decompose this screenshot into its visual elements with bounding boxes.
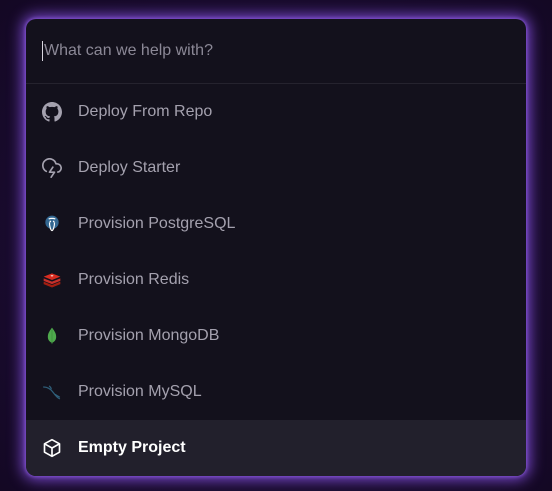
menu-item-empty-project[interactable]: Empty Project <box>26 420 526 476</box>
menu-item-provision-redis[interactable]: Provision Redis <box>26 252 526 308</box>
menu-item-deploy-from-repo[interactable]: Deploy From Repo <box>26 84 526 140</box>
postgresql-icon <box>42 214 62 234</box>
menu-item-provision-postgresql[interactable]: Provision PostgreSQL <box>26 196 526 252</box>
menu-item-label: Provision MongoDB <box>78 327 220 344</box>
mongodb-icon <box>42 326 62 346</box>
menu-item-label: Empty Project <box>78 439 186 456</box>
text-caret <box>42 41 43 61</box>
github-icon <box>42 102 62 122</box>
search-bar[interactable] <box>26 19 526 84</box>
menu-item-label: Deploy From Repo <box>78 103 213 120</box>
menu-item-label: Provision MySQL <box>78 383 202 400</box>
menu-item-label: Deploy Starter <box>78 159 181 176</box>
menu-item-deploy-starter[interactable]: Deploy Starter <box>26 140 526 196</box>
menu-item-label: Provision Redis <box>78 271 190 288</box>
cube-icon <box>42 438 62 458</box>
mysql-icon <box>42 382 62 402</box>
search-input[interactable] <box>44 42 484 60</box>
menu-item-provision-mongodb[interactable]: Provision MongoDB <box>26 308 526 364</box>
redis-icon <box>42 270 62 290</box>
menu-item-provision-mysql[interactable]: Provision MySQL <box>26 364 526 420</box>
menu-item-label: Provision PostgreSQL <box>78 215 236 232</box>
cloud-lightning-icon <box>42 158 62 178</box>
command-palette: Deploy From Repo Deploy Starter Provisio… <box>26 19 526 476</box>
